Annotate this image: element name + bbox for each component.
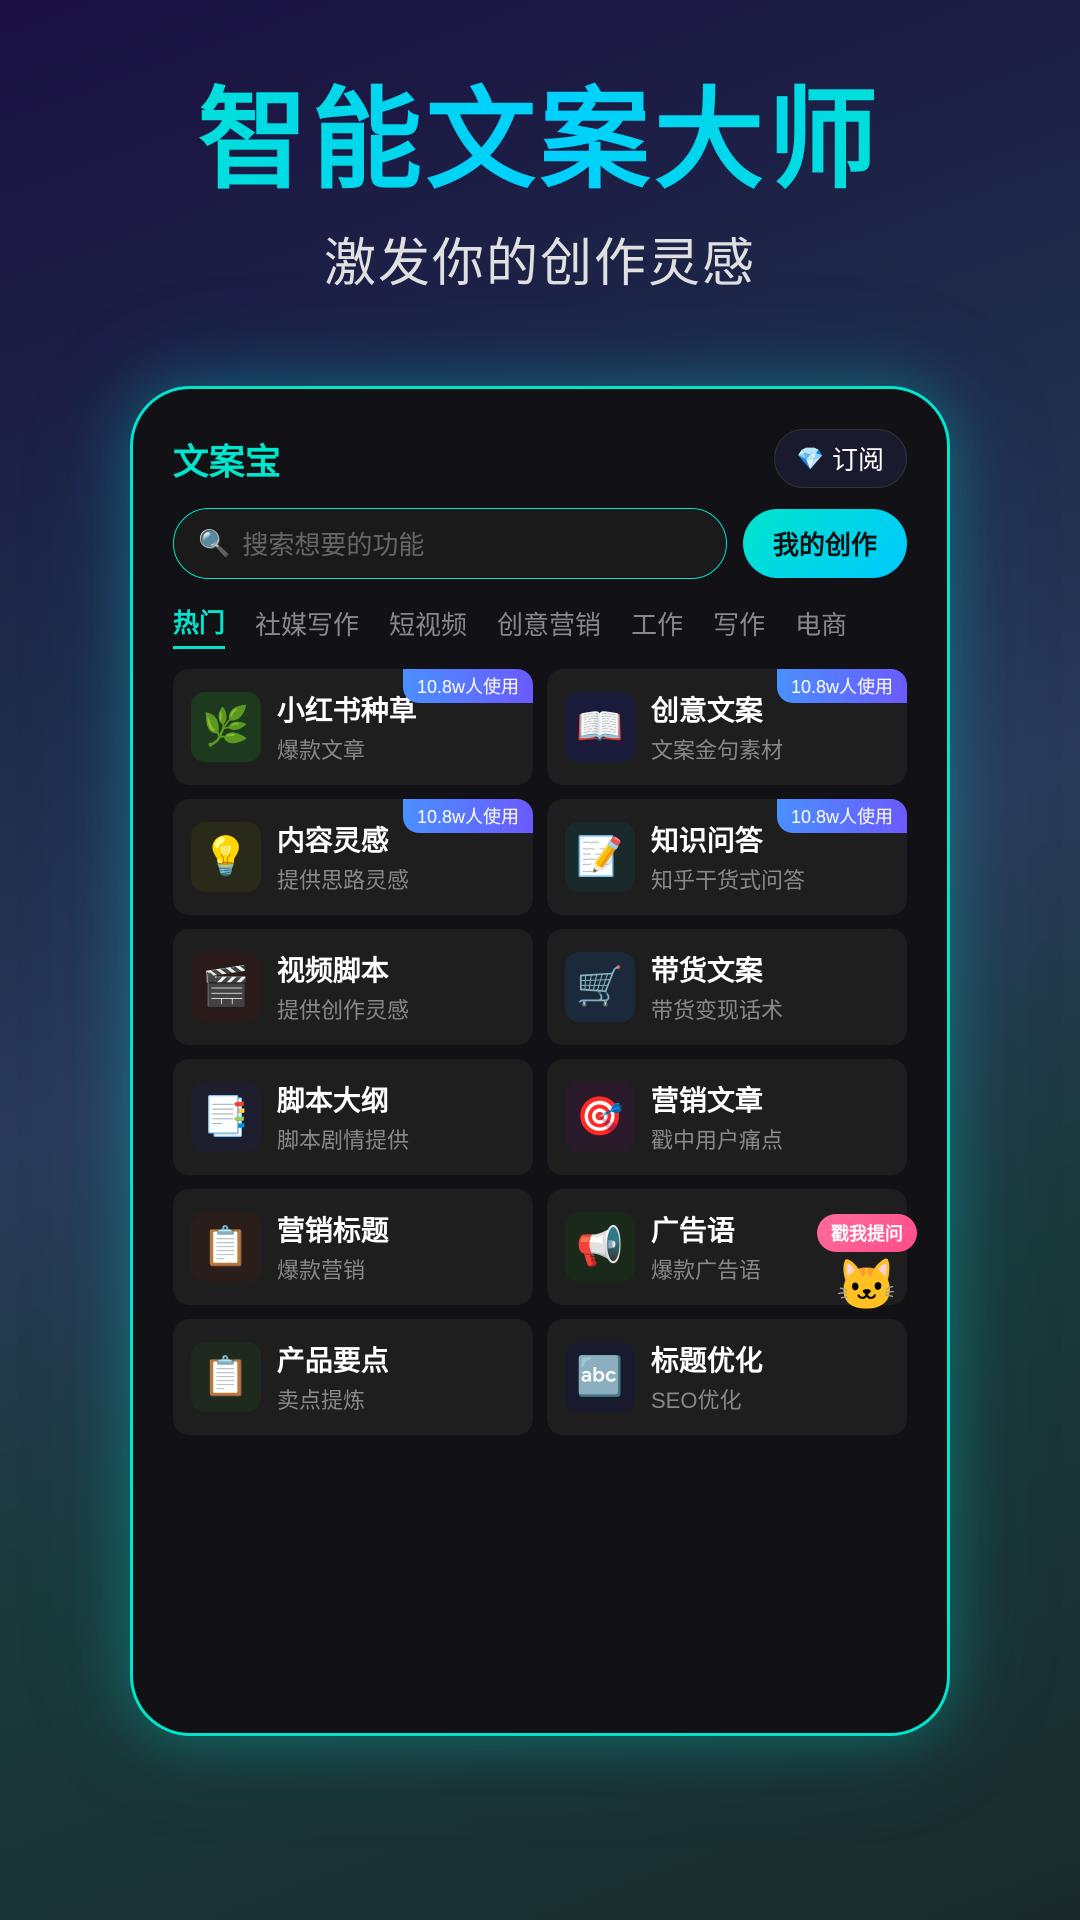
tab-创意营销[interactable]: 创意营销 [497, 605, 601, 648]
search-icon: 🔍 [198, 528, 230, 559]
card-title-script-outline: 脚本大纲 [277, 1079, 515, 1119]
card-script-outline[interactable]: 📑 脚本大纲 脚本剧情提供 [173, 1059, 533, 1175]
card-creative-copy[interactable]: 10.8w人使用 📖 创意文案 文案金句素材 [547, 669, 907, 785]
card-icon-marketing-article: 🎯 [565, 1082, 635, 1152]
subscribe-button[interactable]: 💎 订阅 [774, 429, 907, 488]
search-bar[interactable]: 🔍 搜索想要的功能 [173, 508, 727, 579]
cards-grid: 10.8w人使用 🌿 小红书种草 爆款文章 10.8w人使用 📖 创意文案 文案… [163, 669, 917, 1435]
card-marketing-article[interactable]: 🎯 营销文章 戳中用户痛点 [547, 1059, 907, 1175]
tab-写作[interactable]: 写作 [713, 605, 765, 648]
search-placeholder: 搜索想要的功能 [242, 525, 424, 562]
card-title-marketing-article: 营销文章 [651, 1079, 889, 1119]
card-subtitle-product-copy: 带货变现话术 [651, 993, 889, 1025]
card-badge: 10.8w人使用 [403, 669, 533, 703]
card-subtitle-product-points: 卖点提炼 [277, 1383, 515, 1415]
card-slogan[interactable]: 📢 广告语 爆款广告语 戳我提问 🐱 [547, 1189, 907, 1305]
app-logo: 文案宝 [173, 433, 281, 485]
card-title-seo: 标题优化 [651, 1339, 889, 1379]
card-icon-knowledge-qa: 📝 [565, 822, 635, 892]
card-text-script-outline: 脚本大纲 脚本剧情提供 [277, 1079, 515, 1155]
card-xiaohongshu[interactable]: 10.8w人使用 🌿 小红书种草 爆款文章 [173, 669, 533, 785]
card-icon-marketing-title: 📋 [191, 1212, 261, 1282]
card-marketing-title[interactable]: 📋 营销标题 爆款营销 [173, 1189, 533, 1305]
card-text-product-points: 产品要点 卖点提炼 [277, 1339, 515, 1415]
card-text-seo: 标题优化 SEO优化 [651, 1339, 889, 1415]
tab-工作[interactable]: 工作 [631, 605, 683, 648]
card-badge: 10.8w人使用 [777, 799, 907, 833]
card-title-marketing-title: 营销标题 [277, 1209, 515, 1249]
card-seo[interactable]: 🔤 标题优化 SEO优化 [547, 1319, 907, 1435]
card-icon-product-points: 📋 [191, 1342, 261, 1412]
card-text-video-script: 视频脚本 提供创作灵感 [277, 949, 515, 1025]
card-content-inspiration[interactable]: 10.8w人使用 💡 内容灵感 提供思路灵感 [173, 799, 533, 915]
tab-热门[interactable]: 热门 [173, 603, 225, 649]
card-subtitle-seo: SEO优化 [651, 1383, 889, 1415]
tab-短视频[interactable]: 短视频 [389, 605, 467, 648]
tab-电商[interactable]: 电商 [795, 605, 847, 648]
card-subtitle-content-inspiration: 提供思路灵感 [277, 863, 515, 895]
card-subtitle-creative-copy: 文案金句素材 [651, 733, 889, 765]
card-icon-xiaohongshu: 🌿 [191, 692, 261, 762]
card-icon-video-script: 🎬 [191, 952, 261, 1022]
card-badge: 10.8w人使用 [777, 669, 907, 703]
card-icon-seo: 🔤 [565, 1342, 635, 1412]
tab-nav: 热门社媒写作短视频创意营销工作写作电商 [163, 603, 917, 669]
cat-mascot: 🐱 [836, 1256, 898, 1315]
card-subtitle-video-script: 提供创作灵感 [277, 993, 515, 1025]
card-text-marketing-article: 营销文章 戳中用户痛点 [651, 1079, 889, 1155]
card-icon-creative-copy: 📖 [565, 692, 635, 762]
card-text-marketing-title: 营销标题 爆款营销 [277, 1209, 515, 1285]
subscribe-label: 订阅 [832, 440, 884, 477]
card-title-product-copy: 带货文案 [651, 949, 889, 989]
card-subtitle-marketing-article: 戳中用户痛点 [651, 1123, 889, 1155]
card-subtitle-xiaohongshu: 爆款文章 [277, 733, 515, 765]
card-badge: 10.8w人使用 [403, 799, 533, 833]
hero-section: 智能文案大师 激发你的创作灵感 [0, 0, 1080, 336]
diamond-icon: 💎 [797, 446, 824, 472]
card-icon-product-copy: 🛒 [565, 952, 635, 1022]
card-video-script[interactable]: 🎬 视频脚本 提供创作灵感 [173, 929, 533, 1045]
card-icon-script-outline: 📑 [191, 1082, 261, 1152]
search-row: 🔍 搜索想要的功能 我的创作 [163, 508, 917, 579]
hero-title: 智能文案大师 [60, 80, 1020, 201]
tab-社媒写作[interactable]: 社媒写作 [255, 605, 359, 648]
card-knowledge-qa[interactable]: 10.8w人使用 📝 知识问答 知乎干货式问答 [547, 799, 907, 915]
card-subtitle-knowledge-qa: 知乎干货式问答 [651, 863, 889, 895]
card-icon-content-inspiration: 💡 [191, 822, 261, 892]
app-header: 文案宝 💎 订阅 [163, 429, 917, 508]
card-title-product-points: 产品要点 [277, 1339, 515, 1379]
hero-subtitle: 激发你的创作灵感 [60, 221, 1020, 296]
card-title-video-script: 视频脚本 [277, 949, 515, 989]
card-product-points[interactable]: 📋 产品要点 卖点提炼 [173, 1319, 533, 1435]
create-button[interactable]: 我的创作 [743, 509, 907, 578]
card-subtitle-marketing-title: 爆款营销 [277, 1253, 515, 1285]
card-text-product-copy: 带货文案 带货变现话术 [651, 949, 889, 1025]
card-icon-slogan: 📢 [565, 1212, 635, 1282]
card-subtitle-script-outline: 脚本剧情提供 [277, 1123, 515, 1155]
card-product-copy[interactable]: 🛒 带货文案 带货变现话术 [547, 929, 907, 1045]
ask-button[interactable]: 戳我提问 [817, 1214, 917, 1252]
phone-mockup: 文案宝 💎 订阅 🔍 搜索想要的功能 我的创作 热门社媒写作短视频创意营销工作写… [130, 386, 950, 1736]
